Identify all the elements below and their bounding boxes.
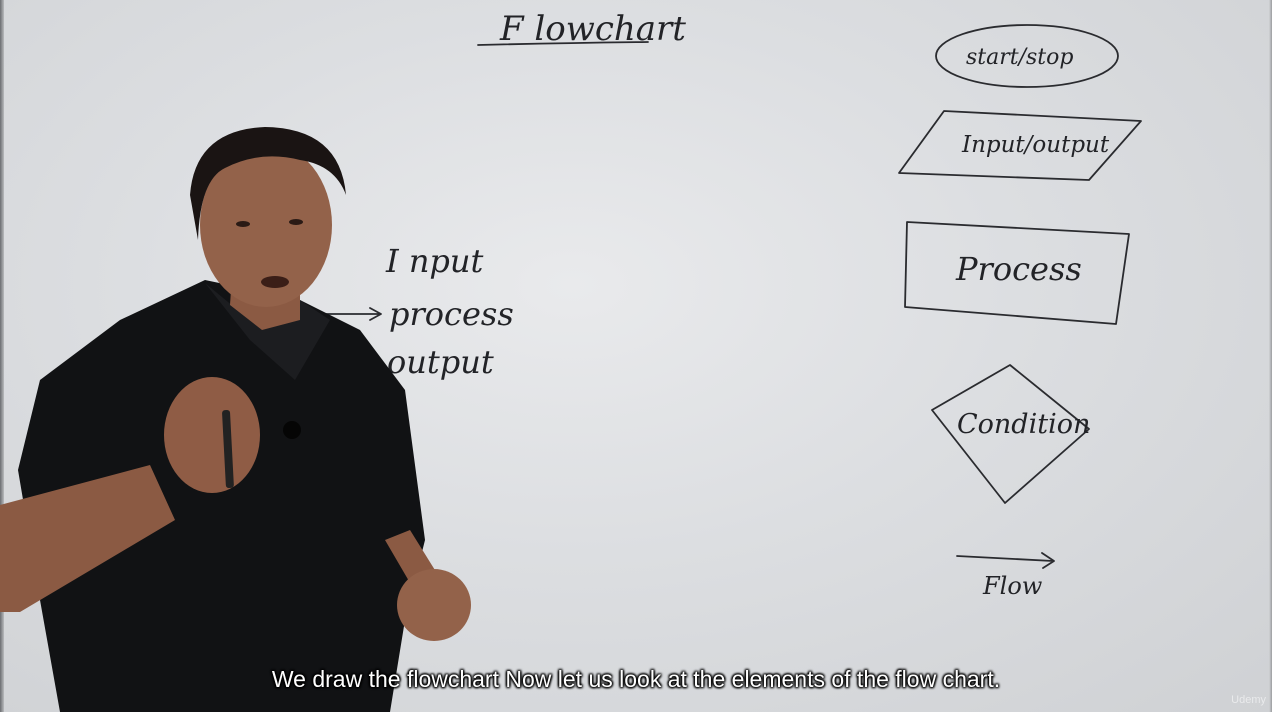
presenter [0, 127, 471, 712]
video-frame[interactable]: F lowchart I nput process output start/s… [0, 0, 1272, 712]
presenter-mouth [261, 276, 289, 288]
subtitle-caption: We draw the flowchart Now let us look at… [271, 666, 1001, 692]
process-label: Process [955, 250, 1082, 288]
list-item-process: process [389, 295, 514, 333]
presenter-eye-right [289, 219, 303, 225]
presenter-eye-left [236, 221, 250, 227]
presenter-hand-right [397, 569, 471, 641]
flow-arrow [956, 552, 1055, 569]
decision-label: Condition [957, 409, 1090, 440]
io-label: Input/output [961, 132, 1110, 158]
presenter-hand-left [164, 377, 260, 493]
list-item-input: I nput [385, 242, 484, 280]
flow-label: Flow [982, 572, 1043, 600]
list-item-output: output [387, 343, 494, 381]
lapel-mic [283, 421, 301, 439]
whiteboard: F lowchart I nput process output start/s… [0, 9, 1142, 712]
terminator-label: start/stop [966, 45, 1073, 70]
watermark-logo: Udemy [1231, 694, 1266, 706]
